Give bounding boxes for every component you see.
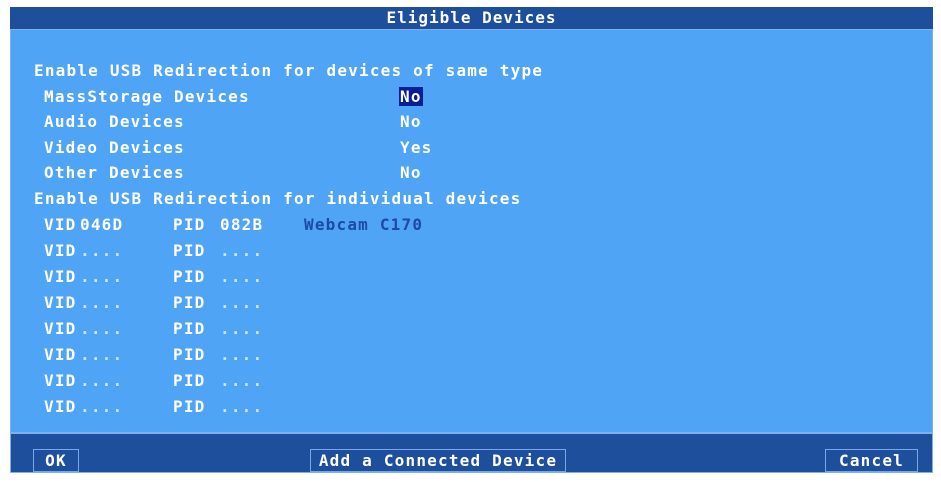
pid-field-1[interactable]: .... [220, 242, 263, 260]
video-value-field[interactable]: Yes [400, 139, 433, 157]
vid-label: VID [44, 397, 77, 416]
vid-label: VID [44, 345, 77, 364]
pid-label: PID [173, 241, 206, 260]
vid-field-1[interactable]: .... [80, 242, 123, 260]
vid-field-7[interactable]: .... [80, 398, 123, 416]
massstorage-value-field[interactable]: No [399, 87, 423, 106]
row-label-massstorage: MassStorage Devices [44, 87, 250, 106]
ok-button[interactable]: OK [33, 449, 79, 472]
pid-field-5[interactable]: .... [220, 346, 263, 364]
vid-label: VID [44, 215, 77, 234]
vid-label: VID [44, 319, 77, 338]
pid-field-7[interactable]: .... [220, 398, 263, 416]
vid-field-0[interactable]: 046D [80, 216, 123, 234]
pid-label: PID [173, 215, 206, 234]
row-label-video: Video Devices [44, 138, 185, 157]
vid-field-4[interactable]: .... [80, 320, 123, 338]
add-connected-device-button[interactable]: Add a Connected Device [310, 449, 566, 472]
cancel-button[interactable]: Cancel [825, 449, 918, 472]
pid-label: PID [173, 371, 206, 390]
audio-value-field[interactable]: No [400, 113, 422, 131]
vid-field-5[interactable]: .... [80, 346, 123, 364]
row-label-audio: Audio Devices [44, 112, 185, 131]
pid-label: PID [173, 267, 206, 286]
device-name-0: Webcam C170 [304, 215, 424, 234]
vid-field-6[interactable]: .... [80, 372, 123, 390]
pid-label: PID [173, 345, 206, 364]
vid-label: VID [44, 267, 77, 286]
dialog-title: Eligible Devices [10, 7, 933, 29]
row-label-other: Other Devices [44, 163, 185, 182]
vid-field-2[interactable]: .... [80, 268, 123, 286]
pid-field-2[interactable]: .... [220, 268, 263, 286]
other-value-field[interactable]: No [400, 164, 422, 182]
vid-label: VID [44, 241, 77, 260]
vid-label: VID [44, 371, 77, 390]
vid-label: VID [44, 293, 77, 312]
vid-field-3[interactable]: .... [80, 294, 123, 312]
pid-field-3[interactable]: .... [220, 294, 263, 312]
individual-section-header: Enable USB Redirection for individual de… [34, 189, 522, 208]
pid-field-4[interactable]: .... [220, 320, 263, 338]
pid-field-6[interactable]: .... [220, 372, 263, 390]
massstorage-value: No [399, 87, 423, 106]
pid-label: PID [173, 319, 206, 338]
pid-label: PID [173, 293, 206, 312]
pid-field-0[interactable]: 082B [220, 216, 263, 234]
type-section-header: Enable USB Redirection for devices of sa… [34, 61, 544, 80]
pid-label: PID [173, 397, 206, 416]
